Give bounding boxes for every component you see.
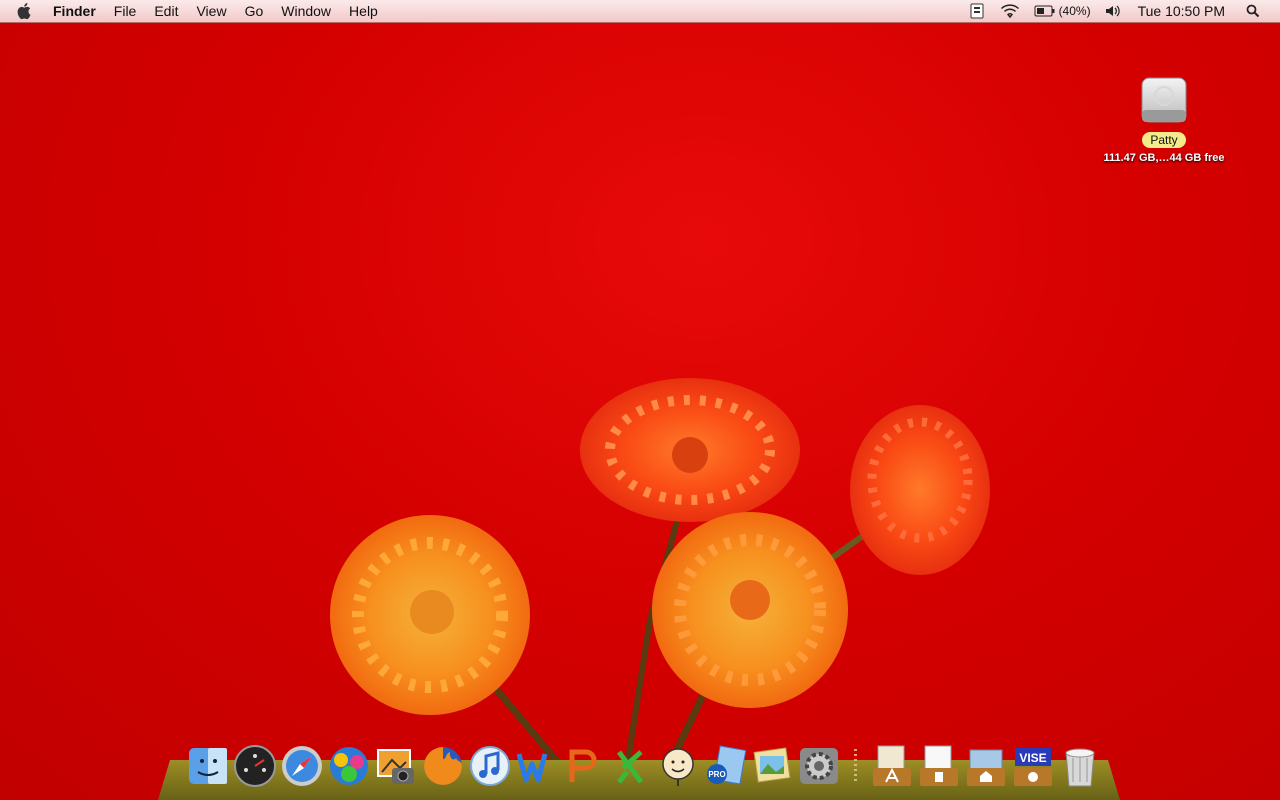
dock-separator	[842, 744, 868, 788]
wallpaper-flowers	[330, 378, 990, 768]
colorful-app-icon	[329, 747, 368, 785]
dock-dashboard[interactable]	[231, 740, 278, 788]
dock-pro-app[interactable]: PRO	[701, 740, 748, 788]
image-viewer-icon	[753, 747, 790, 783]
dock-documents-folder[interactable]	[915, 740, 962, 788]
dock-itunes[interactable]	[466, 740, 513, 788]
word-icon	[516, 753, 547, 783]
dock-applications-folder[interactable]	[868, 740, 915, 788]
system-preferences-icon	[799, 748, 838, 784]
home-folder-icon	[966, 749, 1005, 786]
dock-vise-folder[interactable]: VISE	[1009, 740, 1056, 788]
documents-folder-icon	[919, 745, 958, 786]
dock-finder[interactable]	[184, 740, 231, 788]
dock-colorful-app[interactable]	[325, 740, 372, 788]
flower-middle	[652, 512, 848, 708]
safari-icon	[281, 746, 322, 786]
dock-home-folder[interactable]	[962, 740, 1009, 788]
hard-disk-icon	[1141, 77, 1187, 123]
flower-top	[580, 378, 800, 522]
disk-capacity-info: 111.47 GB,…44 GB free	[1103, 152, 1225, 164]
finder-icon	[188, 748, 227, 784]
vise-folder-icon: VISE	[1013, 748, 1052, 786]
face-app-icon	[661, 748, 694, 786]
flower-right	[850, 405, 990, 575]
dock-word[interactable]	[513, 740, 560, 788]
dock-firefox[interactable]	[419, 740, 466, 788]
applications-folder-icon	[872, 745, 911, 786]
iphoto-icon	[376, 749, 414, 784]
trash-icon	[1064, 748, 1095, 787]
dock-face-app[interactable]	[654, 740, 701, 788]
dock-safari[interactable]	[278, 740, 325, 788]
dashboard-icon	[233, 745, 276, 787]
dock: PRO VISE	[184, 738, 1103, 788]
excel-icon	[616, 750, 643, 784]
vise-label: VISE	[1019, 751, 1046, 765]
flower-orange	[330, 515, 530, 715]
dock-excel[interactable]	[607, 740, 654, 788]
desktop-hard-disk[interactable]: Patty 111.47 GB,…44 GB free	[1100, 76, 1228, 164]
pro-label: PRO	[708, 770, 725, 779]
pro-app-icon: PRO	[706, 745, 746, 785]
dock-trash[interactable]	[1056, 740, 1103, 788]
firefox-icon	[423, 747, 462, 785]
disk-name-label: Patty	[1142, 132, 1186, 148]
powerpoint-icon	[569, 749, 596, 782]
dock-image-viewer[interactable]	[748, 740, 795, 788]
itunes-icon	[469, 746, 510, 786]
dock-system-preferences[interactable]	[795, 740, 842, 788]
dock-powerpoint[interactable]	[560, 740, 607, 788]
dock-iphoto[interactable]	[372, 740, 419, 788]
